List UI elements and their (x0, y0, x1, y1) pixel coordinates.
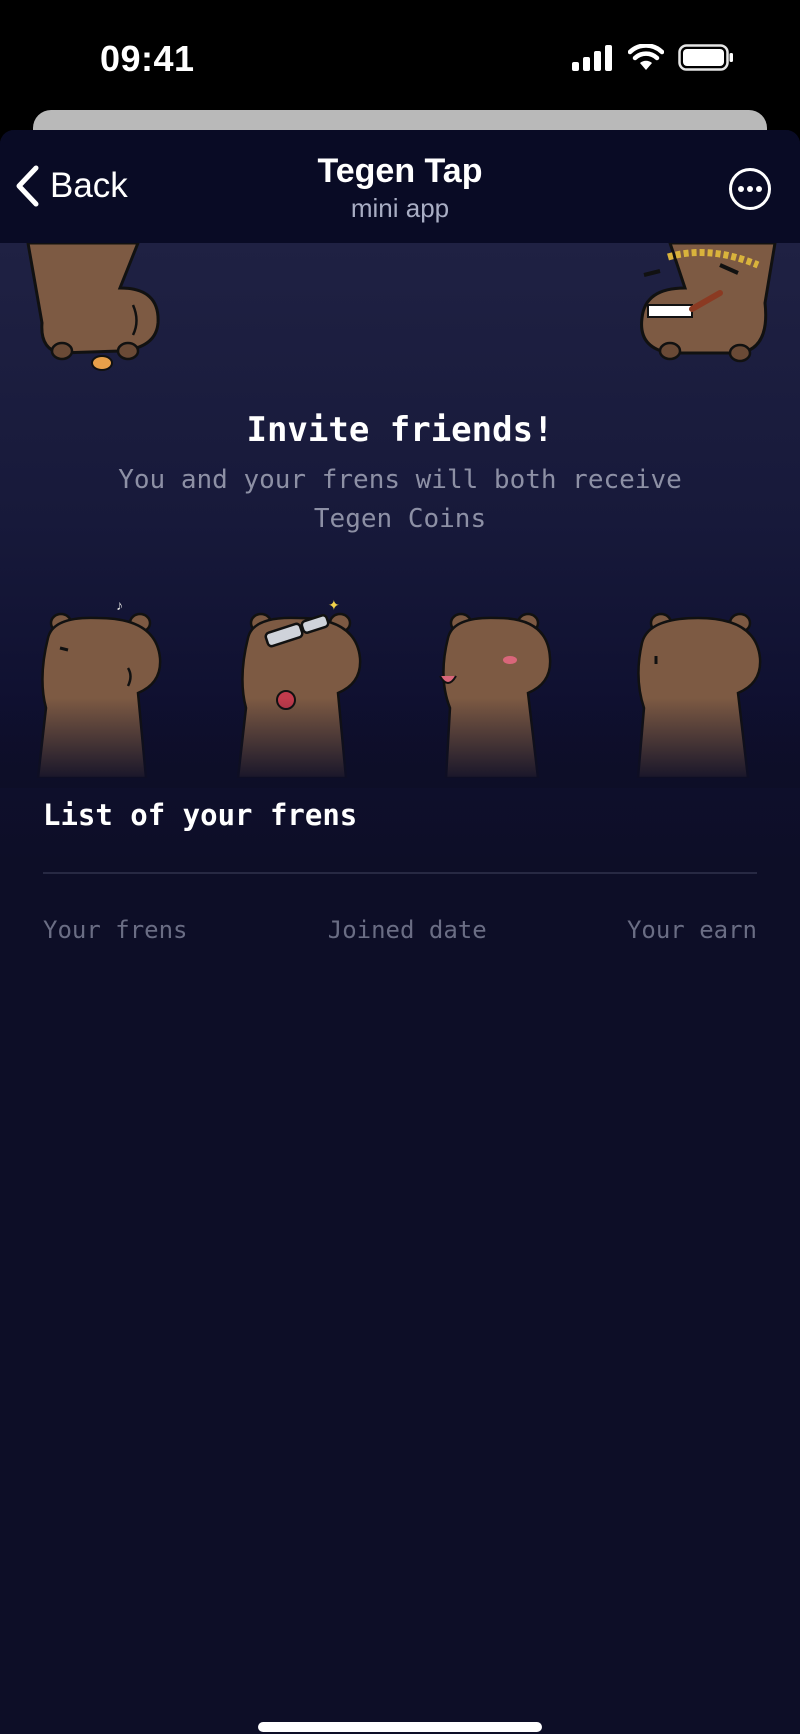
app-title: Tegen Tap (317, 152, 483, 190)
status-time: 09:41 (100, 38, 195, 79)
header-title-block: Tegen Tap mini app (200, 152, 600, 224)
back-label: Back (50, 166, 128, 205)
column-header-joined-date: Joined date (327, 916, 487, 944)
frens-table-header: Your frens Joined date Your earn (43, 916, 757, 944)
invite-title: Invite friends! (246, 410, 554, 450)
app-header: Back Tegen Tap mini app (0, 130, 800, 243)
frens-list-heading: List of your frens (43, 798, 358, 832)
hero-fade-overlay (0, 698, 800, 788)
cellular-signal-icon (572, 44, 612, 71)
back-button[interactable]: Back (14, 164, 128, 208)
column-header-frens: Your frens (43, 916, 188, 944)
status-icons (572, 44, 734, 71)
home-indicator[interactable] (258, 1722, 542, 1732)
divider (43, 872, 757, 874)
svg-text:♪: ♪ (116, 598, 123, 613)
more-options-icon[interactable] (728, 167, 772, 211)
svg-text:✦: ✦ (328, 598, 340, 613)
capybara-top-left-illustration (26, 243, 160, 371)
invite-hero: Invite friends! You and your frens will … (0, 243, 800, 863)
invite-description: You and your frens will both receive Teg… (118, 465, 682, 534)
column-header-earn: Your earn (626, 916, 757, 944)
status-bar: 09:41 (0, 0, 800, 110)
app-subtitle: mini app (350, 193, 450, 223)
capybara-top-right-illustration (640, 243, 777, 363)
battery-icon (678, 44, 733, 71)
wifi-icon (628, 44, 664, 70)
chevron-left-icon (16, 165, 39, 207)
mini-app-container: Back Tegen Tap mini app Invite friends! … (0, 130, 800, 1734)
